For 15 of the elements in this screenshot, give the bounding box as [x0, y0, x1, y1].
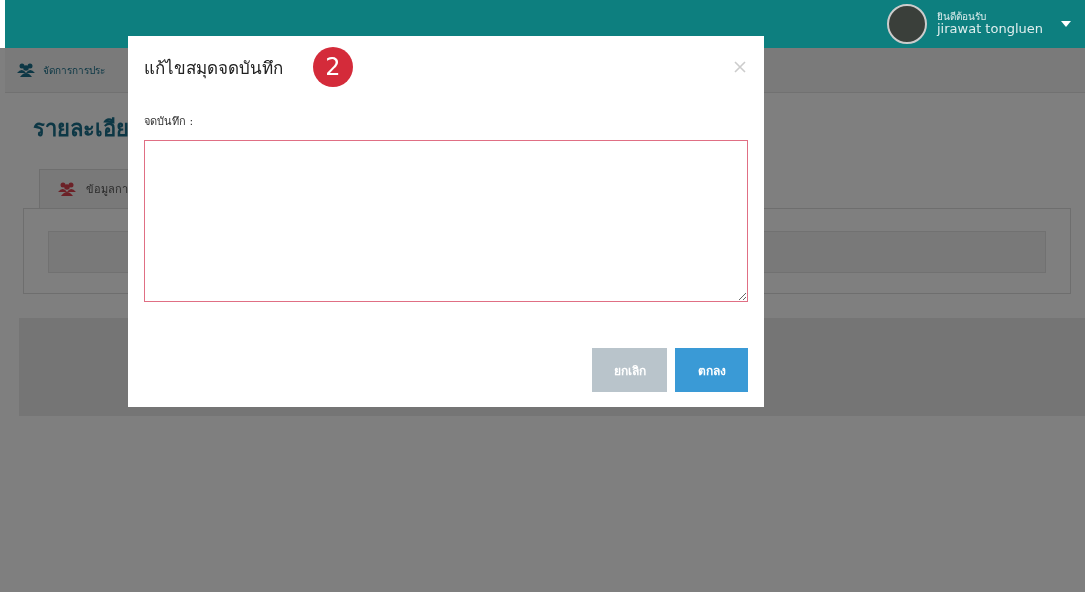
welcome-text: ยินดีต้อนรับ [937, 10, 987, 23]
modal-title: แก้ไขสมุดจดบันทึก [144, 56, 283, 81]
avatar-placeholder [887, 4, 927, 44]
confirm-button[interactable]: ตกลง [675, 348, 748, 392]
users-icon [17, 63, 35, 77]
caret-icon[interactable] [1061, 21, 1071, 27]
step-badge: 2 [313, 47, 353, 87]
notes-field[interactable] [144, 140, 748, 302]
users-icon [58, 182, 76, 196]
close-icon[interactable] [734, 61, 746, 73]
field-label: จดบันทึก : [144, 114, 195, 130]
user-name[interactable]: jirawat tongluen [937, 22, 1043, 38]
page-title: รายละเอีย [33, 115, 129, 143]
cancel-button[interactable]: ยกเลิก [592, 348, 667, 392]
breadcrumb-link[interactable]: จัดการการประ [43, 62, 105, 78]
